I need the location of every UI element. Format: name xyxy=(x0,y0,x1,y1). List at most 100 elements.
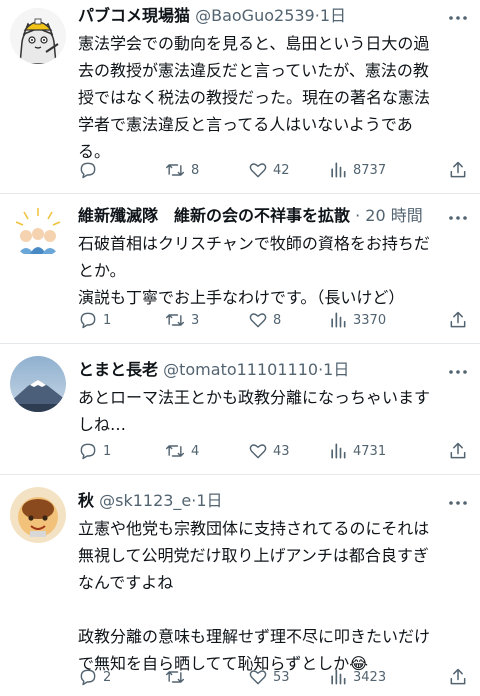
repost-icon xyxy=(165,671,185,683)
like-button[interactable]: 43 xyxy=(248,439,290,463)
post-text: 石破首相はクリスチャンで牧師の資格をお持ちだ とか。 演説も丁寧でお上手なわけで… xyxy=(78,230,466,311)
user-handle[interactable]: @sk1123_e xyxy=(99,491,191,510)
more-options-button[interactable] xyxy=(446,206,470,230)
text-line: しね… xyxy=(78,415,127,434)
more-dots-icon xyxy=(449,16,467,20)
share-button[interactable] xyxy=(448,308,468,332)
cat-avatar-image xyxy=(10,8,66,64)
post-time[interactable]: 20 時間 xyxy=(365,206,422,225)
post[interactable]: パブコメ現場猫 @BaoGuo2539·1日 憲法学会での動向を見ると、島田とい… xyxy=(0,0,480,194)
view-count: 3370 xyxy=(353,312,387,328)
repost-button[interactable]: 4 xyxy=(164,439,199,463)
post-header: 秋 @sk1123_e·1日 xyxy=(78,489,440,513)
text-line: 石破首相はクリスチャンで牧師の資格をお持ちだ xyxy=(78,234,430,253)
text-line: 憲法学会での動向を見ると、島田という日大の過 xyxy=(78,34,430,53)
repost-icon xyxy=(165,314,185,326)
reply-icon xyxy=(80,312,96,329)
group-avatar-image xyxy=(10,202,66,258)
mountain-avatar-image xyxy=(10,356,66,412)
post-text: あとローマ法王とかも政教分離になっちゃいます しね… xyxy=(78,384,466,438)
text-line: 学者で憲法違反と言ってる人はいないようであ xyxy=(78,115,413,134)
post-text: 憲法学会での動向を見ると、島田という日大の過 去の教授が憲法違反だと言っていたが… xyxy=(78,30,466,165)
more-options-button[interactable] xyxy=(446,360,470,384)
views-chart-icon xyxy=(331,443,346,459)
reply-button[interactable]: 1 xyxy=(78,308,111,332)
post[interactable]: とまと長老 @tomato11101110·1日 あとローマ法王とかも政教分離に… xyxy=(0,344,480,475)
views-button[interactable]: 4731 xyxy=(328,439,386,463)
text-line: 立憲や他党も宗教団体に支持されてるのにそれは xyxy=(78,519,430,538)
heart-icon xyxy=(249,670,267,685)
like-button[interactable]: 8 xyxy=(248,308,281,332)
views-button[interactable]: 3370 xyxy=(328,308,386,332)
reply-icon xyxy=(80,669,96,686)
repost-icon xyxy=(165,445,185,457)
share-icon xyxy=(450,161,466,178)
post-time[interactable]: 1日 xyxy=(320,6,346,25)
display-name[interactable]: 維新殲滅隊 維新の会の不祥事を拡散 xyxy=(78,206,350,225)
view-count: 3423 xyxy=(353,669,387,685)
more-dots-icon xyxy=(449,370,467,374)
post[interactable]: 維新殲滅隊 維新の会の不祥事を拡散 · 20 時間 石破首相はクリスチャンで牧師… xyxy=(0,194,480,344)
views-chart-icon xyxy=(331,162,346,178)
reply-button[interactable] xyxy=(78,158,103,182)
reply-count: 1 xyxy=(103,312,112,328)
reply-button[interactable]: 2 xyxy=(78,665,111,689)
reply-button[interactable]: 1 xyxy=(78,439,111,463)
more-options-button[interactable] xyxy=(446,491,470,515)
text-line: 去の教授が憲法違反だと言っていたが、憲法の教 xyxy=(78,61,429,80)
avatar[interactable] xyxy=(10,8,66,64)
view-count: 4731 xyxy=(353,443,387,459)
share-button[interactable] xyxy=(448,439,468,463)
action-bar: 8 42 8737 xyxy=(78,158,468,182)
post-time[interactable]: 1日 xyxy=(323,360,349,379)
like-count: 42 xyxy=(273,162,290,178)
like-button[interactable]: 42 xyxy=(248,158,290,182)
display-name[interactable]: パブコメ現場猫 xyxy=(78,6,190,25)
repost-icon xyxy=(165,164,185,176)
action-bar: 1 4 43 4731 xyxy=(78,439,468,463)
post[interactable]: 秋 @sk1123_e·1日 立憲や他党も宗教団体に支持されてるのにそれは 無視… xyxy=(0,475,480,696)
views-button[interactable]: 8737 xyxy=(328,158,386,182)
views-chart-icon xyxy=(331,312,346,328)
repost-count: 8 xyxy=(191,162,200,178)
user-handle[interactable]: @tomato11101110 xyxy=(163,360,318,379)
share-button[interactable] xyxy=(448,158,468,182)
repost-button[interactable] xyxy=(164,665,191,689)
post-header: とまと長老 @tomato11101110·1日 xyxy=(78,358,440,382)
text-line: 政教分離の意味も理解せず理不尽に叩きたいだけ xyxy=(78,627,431,646)
views-chart-icon xyxy=(331,669,346,685)
separator-dot: · xyxy=(350,206,366,225)
like-button[interactable]: 53 xyxy=(248,665,290,689)
reply-count: 1 xyxy=(103,443,112,459)
repost-count: 4 xyxy=(191,443,200,459)
reply-icon xyxy=(80,443,96,460)
repost-button[interactable]: 3 xyxy=(164,308,199,332)
more-dots-icon xyxy=(449,501,467,505)
like-count: 43 xyxy=(273,443,290,459)
share-button[interactable] xyxy=(448,665,468,689)
avatar[interactable] xyxy=(10,356,66,412)
like-count: 8 xyxy=(273,312,282,328)
display-name[interactable]: 秋 xyxy=(78,491,94,510)
heart-icon xyxy=(249,444,267,459)
views-button[interactable]: 3423 xyxy=(328,665,386,689)
reply-count: 2 xyxy=(103,669,112,685)
view-count: 8737 xyxy=(353,162,387,178)
user-handle[interactable]: @BaoGuo2539 xyxy=(195,6,315,25)
share-icon xyxy=(450,311,466,328)
heart-icon xyxy=(249,163,267,178)
avatar[interactable] xyxy=(10,202,66,258)
text-line: 演説も丁寧でお上手なわけです。（長いけど） xyxy=(78,288,405,307)
like-count: 53 xyxy=(273,669,290,685)
post-time[interactable]: 1日 xyxy=(196,491,222,510)
more-dots-icon xyxy=(449,216,467,220)
share-icon xyxy=(450,442,466,459)
display-name[interactable]: とまと長老 xyxy=(78,360,158,379)
text-line: 授ではなく税法の教授だった。現在の著名な憲法 xyxy=(78,88,431,107)
more-options-button[interactable] xyxy=(446,6,470,30)
repost-button[interactable]: 8 xyxy=(164,158,199,182)
post-header: 維新殲滅隊 維新の会の不祥事を拡散 · 20 時間 xyxy=(78,204,440,228)
action-bar: 2 53 3423 xyxy=(78,665,468,689)
avatar[interactable] xyxy=(10,487,66,543)
share-icon xyxy=(450,668,466,685)
